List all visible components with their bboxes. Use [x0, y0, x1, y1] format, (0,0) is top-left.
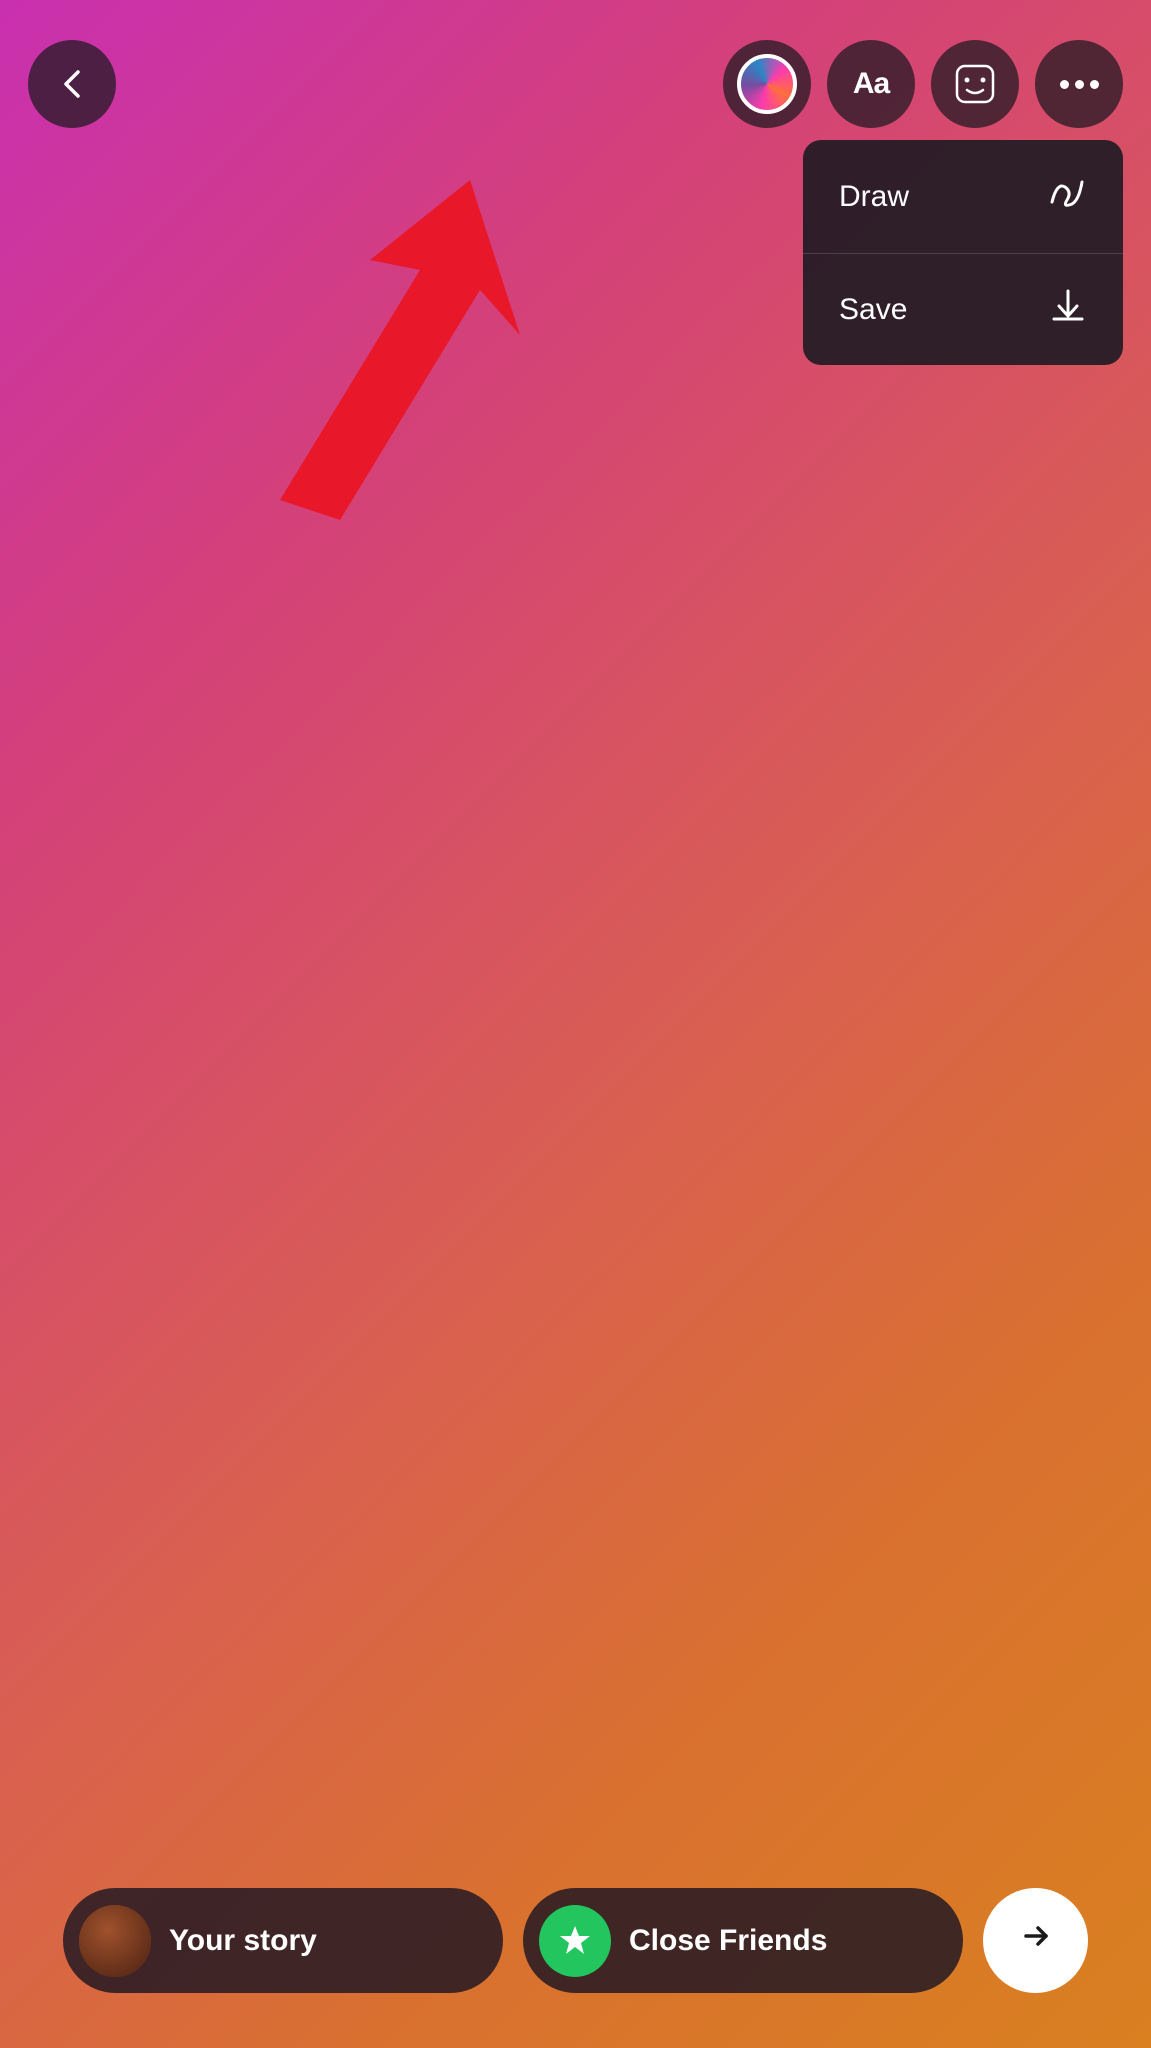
- bottom-bar: Your story Close Friends: [0, 1888, 1151, 1993]
- tutorial-arrow: [130, 160, 550, 540]
- more-button[interactable]: [1035, 40, 1123, 128]
- save-label: Save: [839, 293, 907, 327]
- draw-label: Draw: [839, 180, 909, 214]
- draw-menu-item[interactable]: Draw: [803, 140, 1123, 254]
- text-button[interactable]: Aa: [827, 40, 915, 128]
- save-icon: [1049, 286, 1087, 333]
- draw-icon: [1047, 172, 1087, 221]
- back-button[interactable]: [28, 40, 116, 128]
- camera-record-button[interactable]: [723, 40, 811, 128]
- next-button[interactable]: [983, 1888, 1088, 1993]
- record-circle-inner: [737, 54, 797, 114]
- your-story-label: Your story: [169, 1924, 317, 1958]
- close-friends-icon: [539, 1905, 611, 1977]
- text-icon: Aa: [853, 67, 889, 101]
- dropdown-menu: Draw Save: [803, 140, 1123, 365]
- more-icon: [1060, 80, 1099, 89]
- close-friends-label: Close Friends: [629, 1924, 827, 1958]
- save-menu-item[interactable]: Save: [803, 254, 1123, 365]
- toolbar-right: Aa: [723, 40, 1123, 128]
- your-story-avatar: [79, 1905, 151, 1977]
- sticker-button[interactable]: [931, 40, 1019, 128]
- avatar-image: [79, 1905, 151, 1977]
- next-arrow-icon: [1016, 1916, 1056, 1966]
- toolbar: Aa: [0, 40, 1151, 128]
- your-story-button[interactable]: Your story: [63, 1888, 503, 1993]
- close-friends-button[interactable]: Close Friends: [523, 1888, 963, 1993]
